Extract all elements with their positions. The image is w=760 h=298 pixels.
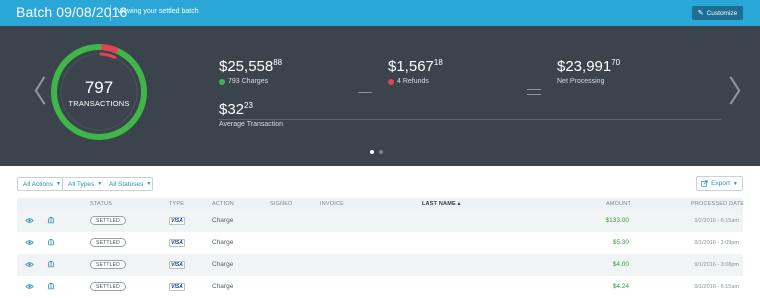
net-cents: 70 [611, 58, 621, 67]
action-cell: Charge [212, 283, 234, 290]
chevron-right-icon[interactable]: 〉 [728, 78, 758, 108]
status-badge: SETTLED [90, 216, 126, 225]
chevron-down-icon: ▼ [97, 181, 103, 187]
column-last-name[interactable]: LAST NAME ▴ [422, 201, 461, 207]
header-divider [110, 5, 111, 21]
header-bar: Batch 09/08/2016 Viewing your settled ba… [0, 0, 760, 26]
page-subtitle: Viewing your settled batch [117, 8, 199, 15]
average-stat: $3223 Average Transaction [219, 101, 283, 128]
pencil-icon: ✎ [697, 9, 704, 17]
bank-icon[interactable] [47, 238, 55, 246]
charges-cents: 88 [273, 58, 283, 67]
customize-label: Customize [706, 9, 738, 17]
column-status[interactable]: STATUS [90, 201, 112, 207]
status-badge: SETTLED [90, 238, 126, 247]
column-amount[interactable]: AMOUNT [606, 201, 631, 207]
average-label: Average Transaction [219, 121, 284, 128]
refunds-cents: 18 [433, 58, 443, 67]
bank-icon[interactable] [47, 282, 55, 290]
net-label: Net Processing [557, 78, 605, 85]
net-amount: $23,991 [557, 58, 612, 75]
amount-cell: $5.30 [612, 239, 629, 246]
chevron-down-icon: ▼ [56, 181, 61, 187]
visa-card-icon: VISA [169, 217, 185, 225]
summary-divider [219, 119, 721, 120]
processed-date-cell: 9/1/2016 - 3:08pm [694, 262, 739, 268]
column-signed[interactable]: SIGNED [270, 201, 292, 207]
amount-cell: $4.00 [612, 261, 629, 268]
table-row[interactable]: SETTLED VISA Charge $5.30 9/1/2016 - 3:09pm [17, 232, 743, 254]
export-button[interactable]: Export ▼ [696, 176, 743, 191]
transactions-label: TRANSACTIONS [68, 99, 130, 108]
processed-date-cell: 9/2/2016 - 6:15am [694, 218, 739, 224]
table-row[interactable]: SETTLED VISA Charge $4.00 9/1/2016 - 3:08pm [17, 254, 743, 276]
refunds-amount: $1,567 [388, 58, 434, 75]
visa-card-icon: VISA [169, 239, 185, 247]
status-badge: SETTLED [90, 282, 126, 291]
action-cell: Charge [212, 217, 234, 224]
charges-stat: $25,55888 793 Charges [219, 58, 282, 85]
eye-icon[interactable] [25, 283, 34, 292]
chevron-down-icon: ▼ [146, 181, 152, 187]
transactions-count: 797 [84, 78, 114, 97]
actions-filter-label: All Actions [23, 180, 53, 188]
visa-card-icon: VISA [169, 261, 185, 269]
bank-icon[interactable] [47, 260, 55, 268]
actions-filter-dropdown[interactable]: All Actions ▼ [17, 177, 63, 191]
types-filter-label: All Types [68, 180, 95, 188]
minus-sign [358, 92, 372, 93]
net-stat: $23,99170 Net Processing [557, 58, 620, 85]
refunds-stat: $1,56718 4 Refunds [388, 58, 443, 85]
pager-dot-2[interactable] [379, 150, 383, 154]
amount-cell: $4.24 [612, 283, 629, 290]
eye-icon[interactable] [25, 217, 34, 226]
chevron-left-icon[interactable]: 〈 [17, 78, 47, 108]
export-label: Export [711, 180, 730, 187]
refunds-label: 4 Refunds [397, 78, 429, 85]
column-invoice[interactable]: INVOICE [320, 201, 344, 207]
column-processed-date[interactable]: PROCESSED DATE [691, 201, 744, 207]
processed-date-cell: 9/1/2016 - 3:09pm [694, 240, 739, 246]
average-cents: 23 [244, 101, 253, 110]
ring-refunds-arc [100, 44, 119, 54]
status-badge: SETTLED [90, 260, 126, 269]
charges-amount: $25,558 [219, 58, 274, 75]
action-cell: Charge [212, 239, 234, 246]
visa-card-icon: VISA [169, 283, 185, 291]
ring-refunds-inner-arc [99, 52, 117, 59]
export-icon [701, 180, 708, 187]
equals-sign [527, 89, 541, 95]
table-header [17, 198, 743, 210]
statuses-filter-dropdown[interactable]: All Statuses ▼ [104, 177, 153, 191]
refunds-dot-icon [388, 78, 394, 85]
column-type[interactable]: TYPE [169, 201, 184, 207]
table-row[interactable]: SETTLED VISA Charge $4.24 9/1/2016 - 6:15am [17, 276, 743, 298]
chevron-down-icon: ▼ [732, 180, 738, 187]
types-filter-dropdown[interactable]: All Types ▼ [63, 177, 105, 191]
table-row[interactable]: SETTLED VISA Charge $133.00 9/2/2016 - 6:15a… [17, 210, 743, 232]
eye-icon[interactable] [25, 239, 34, 248]
amount-cell: $133.00 [605, 217, 630, 224]
action-cell: Charge [212, 261, 234, 268]
eye-icon[interactable] [25, 261, 34, 270]
column-action[interactable]: ACTION [212, 201, 234, 207]
batch-summary-panel: 〈 〉 797 TRANSACTIONS $25,55888 793 Charg… [0, 26, 760, 166]
processed-date-cell: 9/1/2016 - 6:15am [694, 284, 739, 290]
customize-button[interactable]: ✎ Customize [692, 6, 743, 20]
average-amount: $32 [219, 101, 245, 118]
bank-icon[interactable] [47, 216, 55, 224]
statuses-filter-label: All Statuses [109, 180, 144, 188]
charges-dot-icon [219, 78, 225, 85]
pager-dot-1[interactable] [370, 150, 374, 154]
charges-label: 793 Charges [228, 78, 269, 85]
